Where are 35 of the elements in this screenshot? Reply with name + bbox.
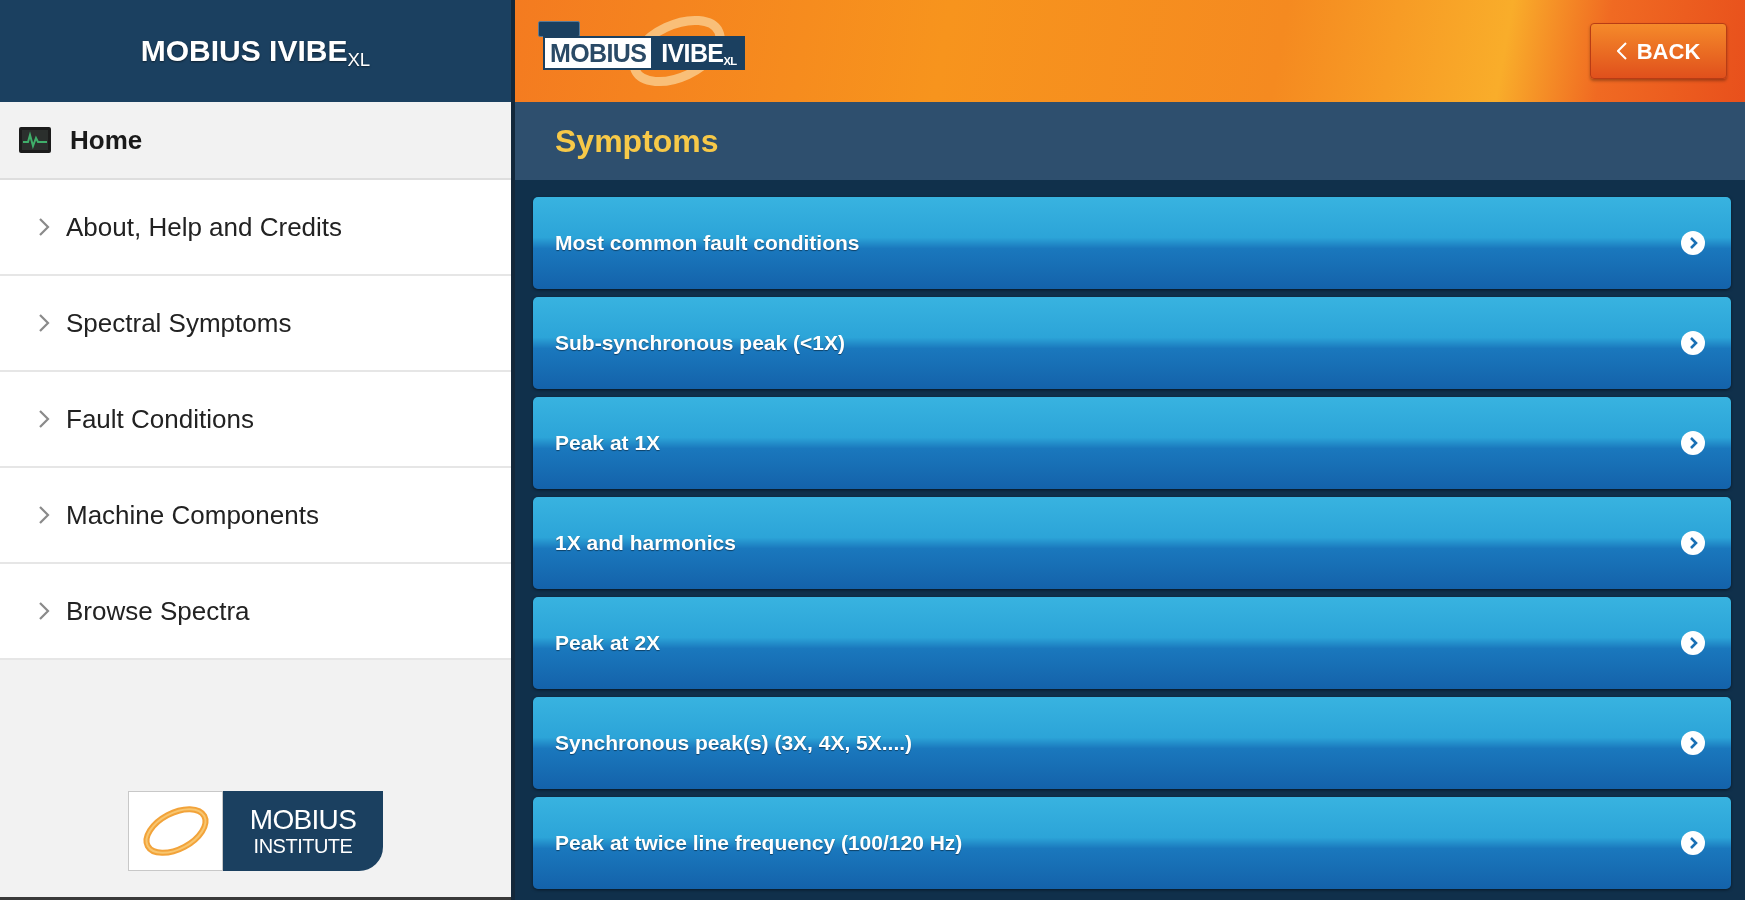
chevron-right-icon bbox=[38, 505, 50, 525]
sidebar-menu-item[interactable]: About, Help and Credits bbox=[0, 180, 511, 276]
tag-icon bbox=[538, 21, 580, 37]
app-title: MOBIUS IVIBE$_{XL}$ bbox=[140, 36, 371, 66]
chevron-circle-icon bbox=[1681, 431, 1705, 455]
chevron-left-icon bbox=[1616, 42, 1627, 60]
symptom-list-item[interactable]: Peak at twice line frequency (100/120 Hz) bbox=[533, 797, 1731, 889]
logo-text: MOBIUS bbox=[249, 805, 357, 835]
symptom-list-item[interactable]: Peak at 1X bbox=[533, 397, 1731, 489]
logo-text: INSTITUTE bbox=[253, 835, 353, 857]
sidebar-menu-item[interactable]: Fault Conditions bbox=[0, 372, 511, 468]
symptom-list-item[interactable]: Sub-synchronous peak (<1X) bbox=[533, 297, 1731, 389]
chevron-circle-icon bbox=[1681, 731, 1705, 755]
symptom-list-item[interactable]: Most common fault conditions bbox=[533, 197, 1731, 289]
chevron-right-icon bbox=[38, 601, 50, 621]
logo-text: IVIBE$_{XL}$ bbox=[653, 36, 745, 70]
ring-logo-icon bbox=[128, 791, 223, 871]
chevron-circle-icon bbox=[1681, 231, 1705, 255]
sidebar-menu-item[interactable]: Browse Spectra bbox=[0, 564, 511, 660]
chevron-circle-icon bbox=[1681, 631, 1705, 655]
symptom-list-item[interactable]: Synchronous peak(s) (3X, 4X, 5X....) bbox=[533, 697, 1731, 789]
chevron-circle-icon bbox=[1681, 331, 1705, 355]
chevron-circle-icon bbox=[1681, 531, 1705, 555]
sidebar-menu-item[interactable]: Spectral Symptoms bbox=[0, 276, 511, 372]
logo-text: MOBIUS bbox=[543, 36, 654, 70]
chevron-circle-icon bbox=[1681, 831, 1705, 855]
back-button[interactable]: BACK bbox=[1590, 23, 1727, 79]
monitor-icon bbox=[19, 127, 51, 153]
symptom-list-item[interactable]: 1X and harmonics bbox=[533, 497, 1731, 589]
chevron-right-icon bbox=[38, 217, 50, 237]
sidebar-menu-item[interactable]: Machine Components bbox=[0, 468, 511, 564]
chevron-right-icon bbox=[38, 409, 50, 429]
chevron-right-icon bbox=[38, 313, 50, 333]
section-title: Symptoms bbox=[555, 125, 719, 157]
symptom-list-item[interactable]: Peak at 2X bbox=[533, 597, 1731, 689]
